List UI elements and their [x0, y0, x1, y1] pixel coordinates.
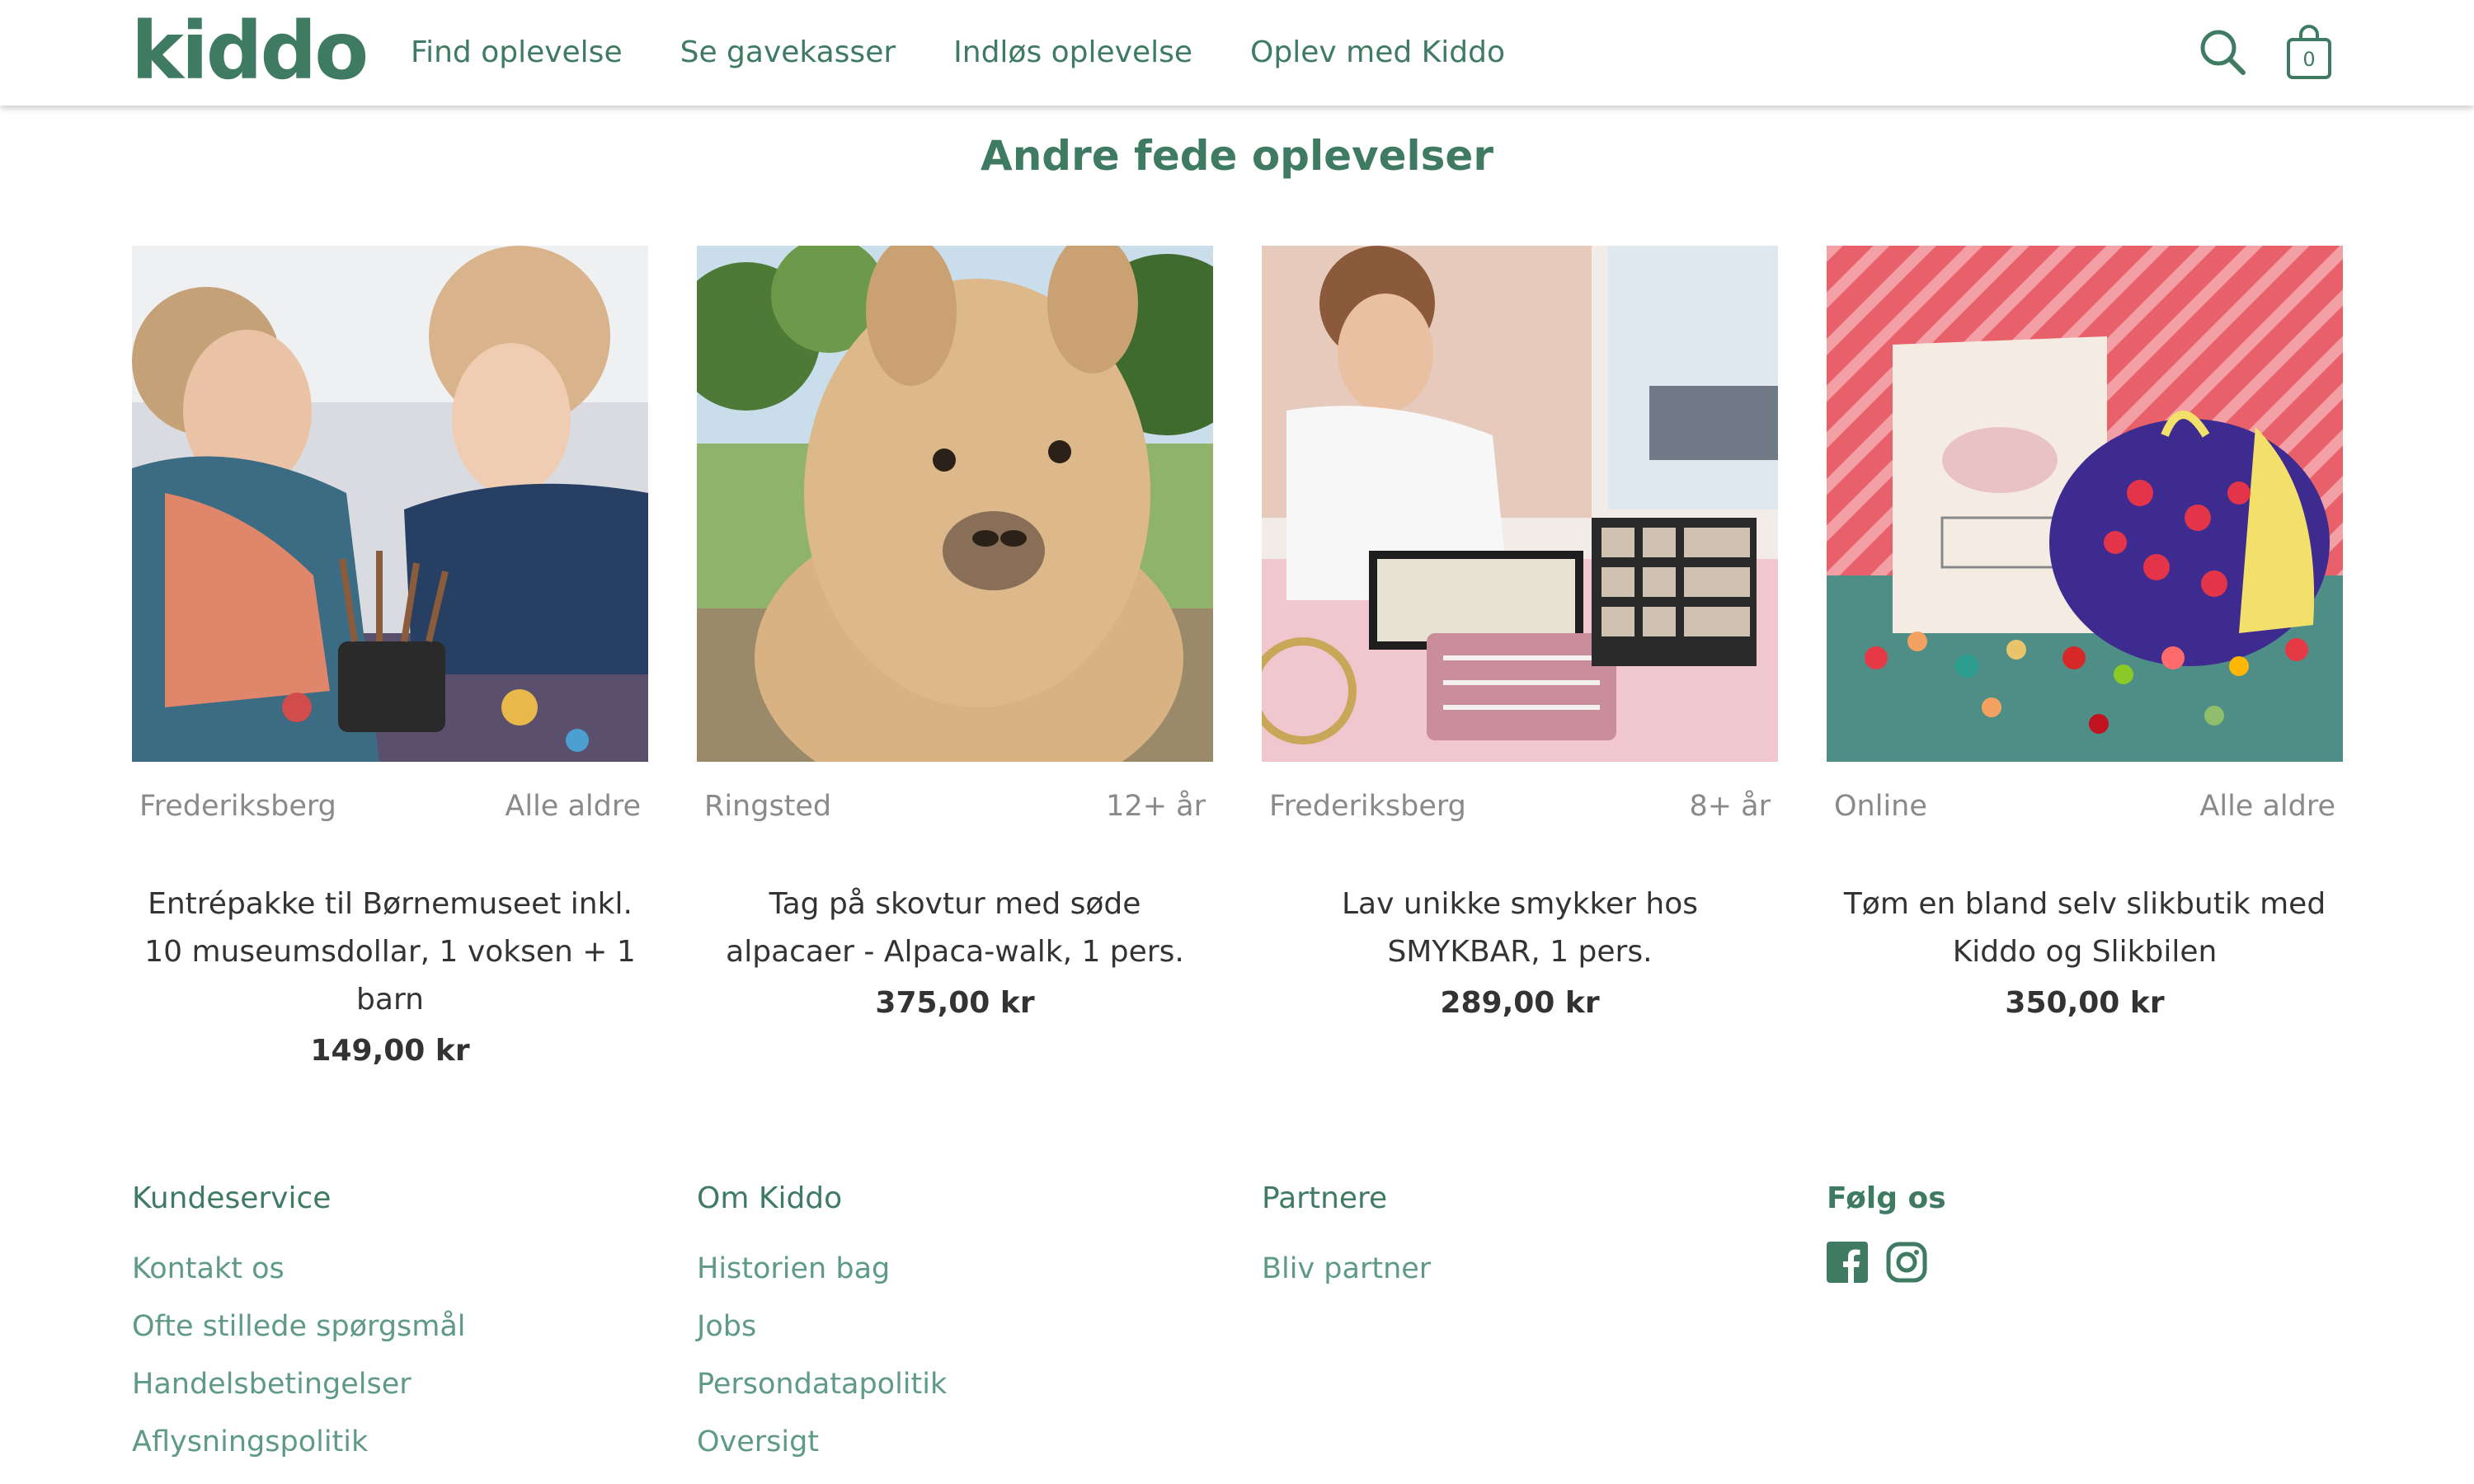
footer-link-terms[interactable]: Handelsbetingelser — [132, 1355, 643, 1413]
product-title[interactable]: Lav unikke smykker hos SMYKBAR, 1 pers. — [1262, 881, 1778, 976]
product-image-alpaca[interactable] — [697, 246, 1213, 762]
nav-indlos-oplevelse[interactable]: Indløs oplevelse — [953, 30, 1192, 76]
product-image-candy-box[interactable] — [1827, 246, 2343, 762]
footer-link-privacy[interactable]: Persondatapolitik — [697, 1355, 1208, 1413]
product-location: Online — [1834, 790, 1927, 823]
footer-customer-service: Kundeservice Kontakt os Ofte stillede sp… — [132, 1174, 643, 1471]
footer-link-contact[interactable]: Kontakt os — [132, 1240, 643, 1298]
product-age: 8+ år — [1689, 790, 1771, 823]
facebook-icon[interactable] — [1827, 1242, 1868, 1283]
product-price: 350,00 kr — [2005, 986, 2165, 1020]
main-nav: Find oplevelse Se gavekasser Indløs ople… — [411, 30, 1505, 76]
search-icon — [2200, 30, 2246, 75]
instagram-icon[interactable] — [1886, 1242, 1927, 1283]
footer-link-become-partner[interactable]: Bliv partner — [1262, 1240, 1773, 1298]
footer-heading: Om Kiddo — [697, 1181, 843, 1215]
footer-link-cancellation[interactable]: Aflysningspolitik — [132, 1413, 643, 1471]
search-button[interactable] — [2199, 28, 2246, 76]
footer-link-overview[interactable]: Oversigt — [697, 1413, 1208, 1471]
product-title[interactable]: Tøm en bland selv slikbutik med Kiddo og… — [1827, 881, 2343, 976]
cart-count: 0 — [2302, 48, 2316, 71]
footer-link-faq[interactable]: Ofte stillede spørgsmål — [132, 1298, 643, 1355]
product-image-children-painting[interactable] — [132, 246, 648, 762]
product-location: Frederiksberg — [139, 790, 336, 823]
social-links — [1827, 1242, 2338, 1283]
product-location: Ringsted — [704, 790, 832, 823]
product-title[interactable]: Entrépakke til Børnemuseet inkl. 10 muse… — [132, 881, 648, 1024]
footer-link-jobs[interactable]: Jobs — [697, 1298, 1208, 1355]
product-location: Frederiksberg — [1269, 790, 1466, 823]
nav-se-gavekasser[interactable]: Se gavekasser — [680, 30, 896, 76]
product-image-jewelry-making[interactable] — [1262, 246, 1778, 762]
product-title[interactable]: Tag på skovtur med søde alpacaer - Alpac… — [697, 881, 1213, 976]
product-price: 289,00 kr — [1440, 986, 1600, 1020]
footer-heading: Følg os — [1827, 1181, 1946, 1215]
product-price: 149,00 kr — [310, 1034, 470, 1068]
cart-button[interactable]: 0 — [2284, 25, 2334, 81]
nav-find-oplevelse[interactable]: Find oplevelse — [411, 30, 623, 76]
site-header: kiddo Find oplevelse Se gavekasser Indlø… — [0, 0, 2474, 106]
footer-about: Om Kiddo Historien bag Jobs Persondatapo… — [697, 1174, 1208, 1471]
footer-partners: Partnere Bliv partner — [1262, 1174, 1773, 1298]
product-age: Alle aldre — [505, 790, 641, 823]
product-age: 12+ år — [1106, 790, 1206, 823]
footer-heading: Kundeservice — [132, 1181, 332, 1215]
footer-link-story[interactable]: Historien bag — [697, 1240, 1208, 1298]
footer-follow: Følg os — [1827, 1174, 2338, 1283]
footer-heading: Partnere — [1262, 1181, 1388, 1215]
product-price: 375,00 kr — [875, 986, 1035, 1020]
product-card[interactable]: Frederiksberg 8+ år Lav unikke smykker h… — [1262, 246, 1778, 1020]
product-age: Alle aldre — [2199, 790, 2335, 823]
nav-oplev-med-kiddo[interactable]: Oplev med Kiddo — [1250, 30, 1505, 76]
product-card[interactable]: Frederiksberg Alle aldre Entrépakke til … — [132, 246, 648, 1068]
product-card[interactable]: Online Alle aldre Tøm en bland selv slik… — [1827, 246, 2343, 1020]
kiddo-logo[interactable]: kiddo — [131, 10, 369, 92]
section-title: Andre fede oplevelser — [981, 132, 1493, 180]
product-card[interactable]: Ringsted 12+ år Tag på skovtur med søde … — [697, 246, 1213, 1020]
